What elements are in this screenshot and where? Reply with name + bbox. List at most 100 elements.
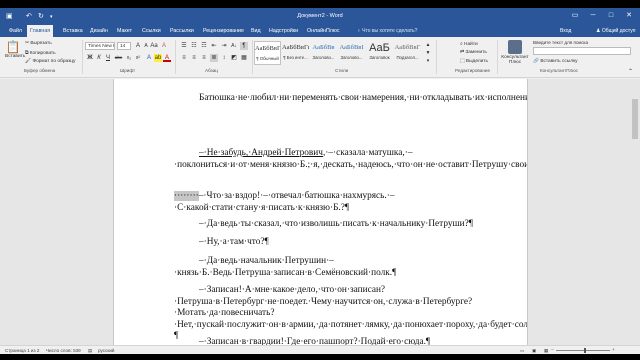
show-formatting-button[interactable]: ¶ bbox=[240, 42, 248, 50]
sort-icon[interactable]: A↓ bbox=[230, 42, 238, 50]
multilevel-list-icon[interactable]: ☶ bbox=[200, 42, 208, 50]
consultant-search-label: Введите текст для поиска bbox=[533, 40, 589, 45]
paragraph-7: –·Записан!·А·мне·какое·дело,·что·он·запи… bbox=[174, 285, 528, 341]
tab-file[interactable]: Файл bbox=[6, 25, 25, 37]
styles-scroll-down-icon[interactable]: ▼ bbox=[424, 49, 432, 57]
selection-highlight: ········ bbox=[174, 191, 199, 201]
clear-format-icon[interactable]: A bbox=[160, 42, 168, 50]
scroll-thumb[interactable] bbox=[632, 99, 638, 139]
font-name-select[interactable]: Times New Rom bbox=[85, 42, 115, 50]
style-heading-2[interactable]: АаБбВвІ Заголово... bbox=[338, 41, 365, 65]
word-count[interactable]: Число слов: 539 bbox=[46, 348, 81, 353]
find-button[interactable]: ⌕ Найти bbox=[460, 41, 478, 47]
tab-view[interactable]: Вид bbox=[248, 25, 264, 37]
shading-icon[interactable]: ◩ bbox=[230, 54, 238, 62]
collapse-ribbon-icon[interactable]: ⌃ bbox=[628, 68, 633, 75]
consultant-button[interactable]: Консультант Плюс bbox=[501, 40, 529, 65]
change-case-icon[interactable]: Aa bbox=[150, 42, 158, 50]
paragraph-4: –·Да·ведь·ты·сказал,·что·изволишь·писать… bbox=[199, 219, 473, 229]
font-color-icon[interactable]: A bbox=[163, 54, 171, 62]
subscript-button[interactable]: x₂ bbox=[125, 54, 133, 62]
tab-references[interactable]: Ссылки bbox=[139, 25, 164, 37]
shrink-font-icon[interactable]: A bbox=[142, 42, 150, 50]
document-page[interactable]: Батюшка·не·любил·ни·переменять·свои·наме… bbox=[113, 79, 528, 345]
highlight-color-icon[interactable]: ab bbox=[154, 54, 162, 62]
underlined-text: –·Не·забудь,·Андрей·Петрович bbox=[199, 148, 323, 158]
zoom-slider[interactable] bbox=[556, 350, 610, 351]
paragraph-1: Батюшка·не·любил·ни·переменять·свои·наме… bbox=[199, 93, 527, 103]
font-group-label: Шрифт bbox=[120, 68, 136, 73]
justify-icon[interactable]: ≣ bbox=[210, 54, 218, 62]
styles-scroll-up-icon[interactable]: ▲ bbox=[424, 41, 432, 49]
style-subtitle[interactable]: АаБбВвГ Подзагол... bbox=[394, 41, 421, 65]
bullets-icon[interactable]: ☰ bbox=[180, 42, 188, 50]
status-bar: Страница 1 из 2 Число слов: 539 ▤ русски… bbox=[0, 345, 640, 354]
tab-home[interactable]: Главная bbox=[27, 25, 54, 37]
vertical-scrollbar[interactable] bbox=[630, 79, 640, 345]
paragraph-8: –·Записан·в·гвардии!·Где·его·пашпорт?·По… bbox=[199, 337, 431, 345]
italic-button[interactable]: К bbox=[95, 54, 103, 62]
font-size-select[interactable]: 14 bbox=[117, 42, 131, 50]
divider bbox=[175, 40, 176, 74]
style-normal[interactable]: АаБбВвГг, ¶ Обычный bbox=[254, 41, 281, 65]
text-effects-icon[interactable]: A bbox=[145, 54, 153, 62]
paragraph-2: –·Не·забудь,·Андрей·Петрович,·–·сказала·… bbox=[174, 148, 527, 170]
document-area: Батюшка·не·любил·ни·переменять·свои·наме… bbox=[0, 79, 640, 345]
tab-insert[interactable]: Вставка bbox=[60, 25, 86, 37]
cut-button[interactable]: ✂ Вырезать bbox=[25, 41, 52, 46]
styles-group-label: Стили bbox=[335, 68, 349, 73]
superscript-button[interactable]: x² bbox=[134, 54, 142, 62]
paragraph-5: –·Ну,·а·там·что?¶ bbox=[199, 237, 269, 247]
styles-more-icon[interactable]: ▾ bbox=[424, 57, 432, 65]
consultant-avatar-icon bbox=[508, 40, 522, 54]
tab-mailings[interactable]: Рассылки bbox=[167, 25, 197, 37]
style-title[interactable]: АаБ Заголовок bbox=[366, 41, 393, 65]
style-heading-1[interactable]: АаБбВв Заголово... bbox=[310, 41, 337, 65]
grow-font-icon[interactable]: A bbox=[134, 42, 142, 50]
tab-addins[interactable]: Надстройки bbox=[266, 25, 301, 37]
minimize-button[interactable]: ─ bbox=[586, 10, 600, 22]
sign-in-link[interactable]: Вход bbox=[560, 25, 571, 37]
align-right-icon[interactable]: ≡ bbox=[200, 54, 208, 62]
proofing-icon[interactable]: ▤ bbox=[88, 348, 92, 354]
tab-layout[interactable]: Макет bbox=[114, 25, 135, 37]
ribbon-home: 📋 Вставить ✂ Вырезать ⧉ Копировать 🖌 Фор… bbox=[0, 37, 640, 78]
align-left-icon[interactable]: ≡ bbox=[180, 54, 188, 62]
borders-icon[interactable]: ▦ bbox=[240, 54, 248, 62]
align-center-icon[interactable]: ≡ bbox=[190, 54, 198, 62]
zoom-in-icon[interactable]: + bbox=[612, 347, 615, 352]
underline-button[interactable]: Ч bbox=[104, 54, 112, 62]
web-layout-icon[interactable]: ▦ bbox=[544, 348, 548, 354]
page-count[interactable]: Страница 1 из 2 bbox=[5, 348, 39, 353]
replace-button[interactable]: ⇄ Заменить bbox=[460, 50, 487, 55]
maximize-button[interactable]: □ bbox=[604, 10, 618, 22]
tab-consultantplus[interactable]: ОнлайнПлюс bbox=[304, 25, 343, 37]
consultant-group-label: КонсультантПлюс bbox=[540, 68, 578, 73]
increase-indent-icon[interactable]: ⇥ bbox=[220, 42, 228, 50]
zoom-slider-knob[interactable] bbox=[584, 348, 586, 353]
insert-link-button[interactable]: 🔗 Вставить ссылку bbox=[533, 59, 578, 64]
paste-button[interactable]: 📋 Вставить bbox=[5, 40, 25, 64]
numbering-icon[interactable]: ☷ bbox=[190, 42, 198, 50]
language[interactable]: русский bbox=[98, 348, 114, 353]
document-title: Документ2 - Word bbox=[297, 13, 343, 19]
clipboard-group-label: Буфер обмена bbox=[24, 68, 56, 73]
ribbon-display-options-icon[interactable]: ▭ bbox=[568, 10, 582, 22]
read-mode-icon[interactable]: ▭ bbox=[520, 348, 524, 354]
bold-button[interactable]: Ж bbox=[86, 54, 94, 62]
consultant-search-input[interactable] bbox=[533, 47, 631, 55]
style-no-spacing[interactable]: АаБбВвГг, ¶ Без инте... bbox=[282, 41, 309, 65]
share-button[interactable]: ♟ Общий доступ bbox=[596, 25, 635, 37]
copy-button[interactable]: ⧉ Копировать bbox=[25, 50, 56, 56]
zoom-out-icon[interactable]: − bbox=[551, 347, 554, 352]
select-button[interactable]: ⬚ Выделить bbox=[460, 59, 488, 64]
decrease-indent-icon[interactable]: ⇤ bbox=[210, 42, 218, 50]
tell-me-box[interactable]: ♀ Что вы хотите сделать? bbox=[357, 25, 417, 37]
print-layout-icon[interactable]: ▣ bbox=[532, 348, 536, 354]
close-button[interactable]: ✕ bbox=[622, 10, 636, 22]
tab-review[interactable]: Рецензирование bbox=[200, 25, 247, 37]
format-painter-button[interactable]: 🖌 Формат по образцу bbox=[25, 59, 75, 64]
strikethrough-button[interactable]: abc bbox=[113, 54, 124, 62]
tab-design[interactable]: Дизайн bbox=[87, 25, 111, 37]
line-spacing-icon[interactable]: ↕ bbox=[220, 54, 228, 62]
